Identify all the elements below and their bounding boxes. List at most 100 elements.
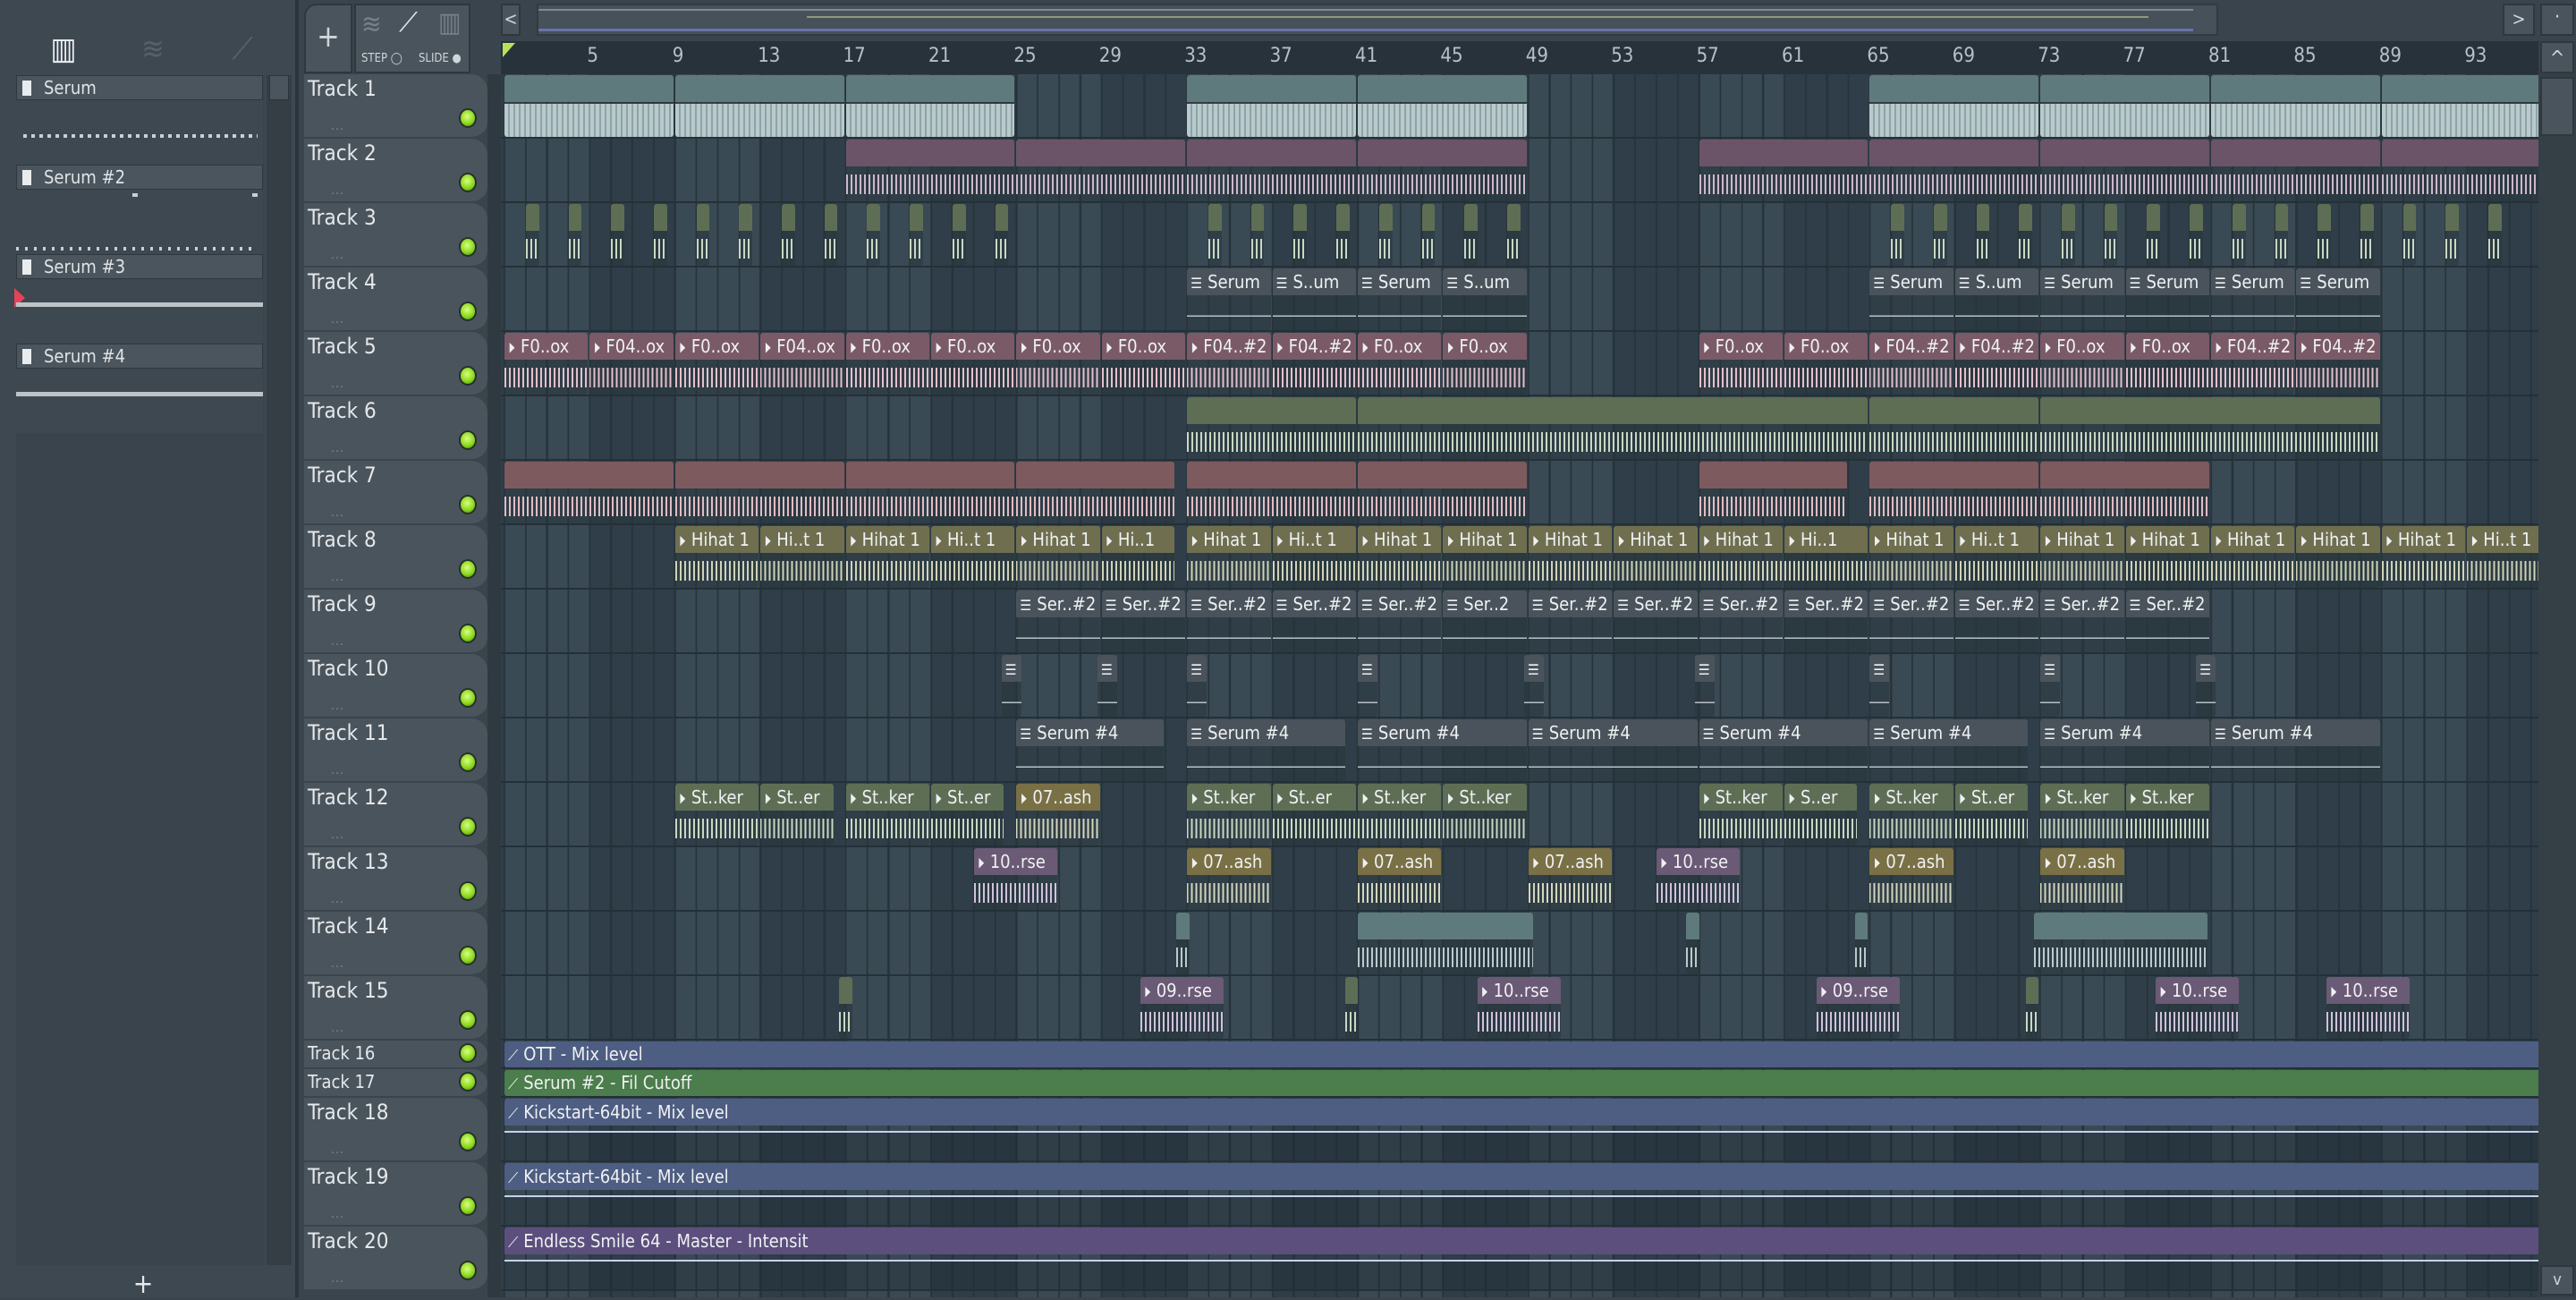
playlist-clip[interactable] (2381, 140, 2551, 201)
playlist-clip[interactable]: ☰ Serum (2125, 268, 2209, 330)
add-channel-button[interactable]: + (125, 1269, 161, 1300)
playlist-clip[interactable] (504, 75, 674, 137)
playlist-clip[interactable]: ☰ Ser..#2 (1954, 591, 2039, 652)
track-header[interactable]: Track 3... (304, 203, 487, 268)
playlist-clip[interactable] (995, 204, 1009, 266)
playlist-clip[interactable]: ⏵ F04..ox (760, 333, 844, 395)
track-options[interactable]: ... (331, 183, 344, 198)
playlist-clip[interactable]: ⏵ F04..#2 (1869, 333, 1953, 395)
add-track-button[interactable]: + (304, 4, 352, 73)
playlist-clip[interactable]: ☰ Serum #4 (1358, 719, 1527, 781)
playlist-clip[interactable]: ⏵ St..er (1954, 784, 2029, 845)
track-mute-led[interactable] (459, 108, 477, 128)
playlist-clip[interactable]: ☰ (1358, 655, 1377, 717)
playlist-clip[interactable]: ⏵ F0..ox (1016, 333, 1100, 395)
channel-item[interactable]: Serum (16, 75, 263, 165)
track-header[interactable]: Track 7... (304, 461, 487, 525)
scroll-right-button[interactable]: > (2503, 4, 2535, 36)
playlist-clip[interactable]: ⏵ Hihat 1 (1528, 526, 1613, 588)
playlist-clip[interactable] (1293, 204, 1308, 266)
track-mute-led[interactable] (459, 495, 477, 514)
playlist-clip[interactable]: ⏵ 10..rse (973, 848, 1058, 910)
track-options[interactable]: ... (331, 441, 344, 455)
track-header[interactable]: Track 10... (304, 654, 487, 718)
playlist-clip[interactable]: ⏵ F0..ox (1443, 333, 1527, 395)
playlist-clip[interactable]: ⏵ F04..#2 (1272, 333, 1356, 395)
playlist-clip[interactable]: ⏵ F04..#2 (2296, 333, 2380, 395)
playlist-clip[interactable] (1506, 204, 1521, 266)
playlist-clip[interactable]: ⏵ St..ker (1869, 784, 1953, 845)
playlist-clip[interactable] (2445, 204, 2460, 266)
channel-item[interactable]: Serum #3 (14, 254, 263, 344)
playlist-clip[interactable]: ⏵ F04..ox (589, 333, 674, 395)
automation-icon[interactable]: ⟋ (399, 7, 418, 38)
playlist-clip[interactable] (739, 204, 753, 266)
track-options[interactable]: ... (331, 1021, 344, 1035)
playlist-clip[interactable]: ⏵ F04..#2 (1954, 333, 2039, 395)
playlist-clip[interactable]: ⏵ St..ker (1443, 784, 1527, 845)
playlist-clip[interactable]: ☰ Serum #4 (1187, 719, 1346, 781)
track-options[interactable]: ... (331, 956, 344, 971)
track-options[interactable]: ... (331, 377, 344, 391)
playlist-clip[interactable]: ☰ (1001, 655, 1021, 717)
playlist-clip[interactable] (2211, 75, 2380, 137)
playlist-clip[interactable] (674, 75, 844, 137)
playlist-clip[interactable] (1358, 462, 1527, 523)
track-header[interactable]: Track 1... (304, 74, 487, 139)
track-mute-led[interactable] (459, 881, 477, 901)
playlist-clip[interactable]: ⏵ F0..ox (1784, 333, 1868, 395)
channel-item[interactable]: Serum #2 (16, 165, 263, 254)
playlist-clip[interactable] (696, 204, 710, 266)
playlist-clip[interactable]: ⏵ Hi..t 1 (2467, 526, 2540, 588)
track-mute-led[interactable] (459, 946, 477, 965)
playlist-clip[interactable] (2190, 204, 2203, 266)
track-options[interactable]: ... (331, 763, 344, 777)
piano-roll-icon[interactable]: ▥ (41, 27, 86, 72)
playlist-clip[interactable] (1344, 977, 1359, 1039)
playlist-clip[interactable]: ⏵ 09..rse (1140, 977, 1224, 1039)
playlist-clip[interactable] (2019, 204, 2033, 266)
playlist-clip[interactable] (611, 204, 624, 266)
playlist-clip[interactable]: ☰ (1869, 655, 1890, 717)
playlist-clip[interactable] (674, 462, 844, 523)
track-header[interactable]: Track 14... (304, 912, 487, 976)
playlist-clip[interactable]: ⏵ F0..ox (2125, 333, 2209, 395)
playlist-clip[interactable] (910, 204, 923, 266)
automation-clip[interactable]: ⟋ Endless Smile 64 - Master - Intensit (504, 1228, 2551, 1289)
automation-icon[interactable]: ⟋ (220, 27, 265, 72)
track-mute-led[interactable] (459, 173, 477, 192)
slide-toggle[interactable]: SLIDE ● (419, 52, 462, 65)
track-header[interactable]: Track 2... (304, 139, 487, 203)
playlist-clip[interactable]: ⏵ Hihat 1 (1699, 526, 1783, 588)
playlist-clip[interactable]: ⏵ Hihat 1 (2211, 526, 2295, 588)
playlist-clip[interactable] (2147, 204, 2161, 266)
playlist-clip[interactable] (845, 462, 1015, 523)
playlist-clip[interactable]: ⏵ Hihat 1 (845, 526, 929, 588)
playlist-clip[interactable] (2040, 140, 2209, 201)
playlist-clip[interactable] (2040, 75, 2209, 137)
playlist-clip[interactable] (1869, 140, 2039, 201)
playlist-clip[interactable] (2025, 977, 2039, 1039)
track-options[interactable]: ... (331, 1143, 344, 1157)
channel-list-scrollbar[interactable] (267, 75, 292, 1265)
playlist-clip[interactable]: ☰ Serum #4 (1869, 719, 2029, 781)
playlist-clip[interactable]: ⏵ 07..ash (1016, 784, 1100, 845)
playlist-clip[interactable] (2211, 140, 2380, 201)
playlist-clip[interactable]: ⏵ Hihat 1 (2381, 526, 2466, 588)
playlist-clip[interactable]: ☰ Ser..#2 (1699, 591, 1783, 652)
playlist-clip[interactable]: ☰ Serum (1869, 268, 1953, 330)
playlist-clip[interactable] (2232, 204, 2246, 266)
playlist-clip[interactable] (824, 204, 838, 266)
track-mute-led[interactable] (459, 1261, 477, 1280)
playlist-clip[interactable]: ☰ (1097, 655, 1117, 717)
playlist-clip[interactable]: ☰ Ser..#2 (1016, 591, 1100, 652)
playlist-clip[interactable]: ⏵ F0..ox (2040, 333, 2124, 395)
playlist-clip[interactable] (2040, 462, 2209, 523)
playlist-clip[interactable] (867, 204, 881, 266)
playlist-clip[interactable]: ⏵ Hihat 1 (1016, 526, 1100, 588)
playlist-clip[interactable]: ⏵ F0..ox (845, 333, 929, 395)
playlist-clip[interactable]: ⏵ Hihat 1 (1358, 526, 1442, 588)
playlist-clip[interactable] (2488, 204, 2502, 266)
scroll-left-button[interactable]: < (501, 4, 521, 36)
playlist-clip[interactable]: ⏵ 10..rse (1477, 977, 1561, 1039)
